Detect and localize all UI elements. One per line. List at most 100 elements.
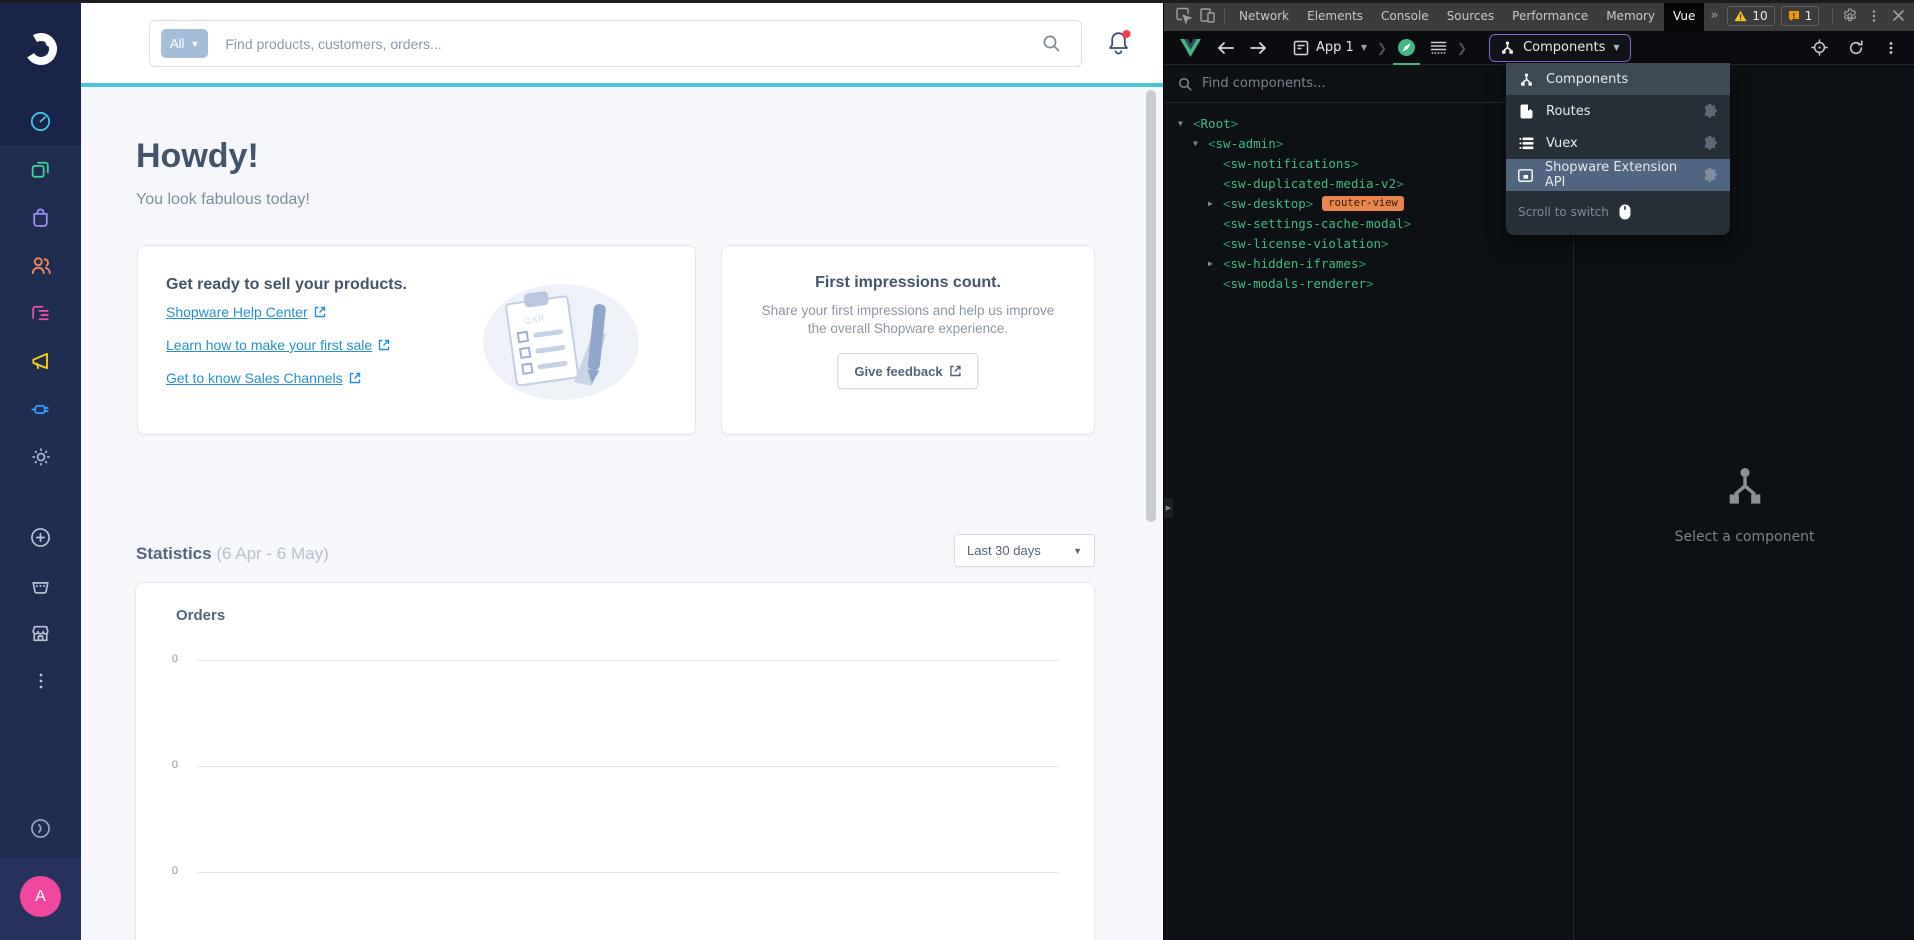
- tree-node-sw-modals-renderer[interactable]: sw-modals-renderer: [1164, 273, 1573, 293]
- tab-vue[interactable]: Vue: [1664, 0, 1704, 31]
- plus-circle-icon: [29, 526, 52, 549]
- breadcrumb-chevron: ❯: [1377, 41, 1387, 55]
- tab-elements[interactable]: Elements: [1298, 0, 1372, 31]
- settings-gear-icon[interactable]: [1838, 4, 1862, 28]
- routes-icon: [1518, 104, 1535, 119]
- date-range-select[interactable]: Last 30 days ▼: [954, 534, 1095, 567]
- sidebar-item-add[interactable]: [0, 513, 81, 561]
- issue-icon: [1788, 10, 1800, 22]
- sidebar-item-more[interactable]: [0, 657, 81, 705]
- select-component-target-icon[interactable]: [1811, 39, 1828, 56]
- caret-icon[interactable]: ▼: [1193, 139, 1208, 148]
- card-feedback-title: First impressions count.: [722, 274, 1094, 292]
- warnings-badge[interactable]: 10: [1727, 6, 1774, 26]
- dashboard-icon: [29, 110, 52, 133]
- sidebar-item-basket[interactable]: [0, 561, 81, 609]
- menu-item-shopware-extension-api[interactable]: Shopware Extension API: [1506, 159, 1730, 191]
- link-help-center[interactable]: Shopware Help Center: [166, 304, 326, 320]
- link-sales-channels[interactable]: Get to know Sales Channels: [166, 370, 361, 386]
- issues-badge[interactable]: 1: [1781, 6, 1820, 26]
- sidebar-item-extensions[interactable]: [0, 385, 81, 433]
- inspector-picker-button[interactable]: Components ▼: [1489, 34, 1630, 62]
- inspector-picker-menu: Components Routes Vuex: [1506, 63, 1730, 235]
- inspector-icon: [1397, 38, 1416, 57]
- scroll-to-switch-hint: Scroll to switch: [1506, 191, 1730, 235]
- tab-sources[interactable]: Sources: [1438, 0, 1503, 31]
- kebab-menu-icon[interactable]: [1884, 41, 1898, 55]
- warning-icon: [1734, 10, 1747, 22]
- tab-performance[interactable]: Performance: [1503, 0, 1597, 31]
- sidebar-item-dashboard[interactable]: [0, 97, 81, 145]
- bell-icon: [1105, 28, 1132, 57]
- global-search[interactable]: All ▼ Find products, customers, orders..…: [149, 20, 1082, 67]
- app-selector[interactable]: App 1 ▼: [1293, 40, 1367, 56]
- empty-state-text: Select a component: [1575, 529, 1914, 545]
- notifications-bell[interactable]: [1105, 28, 1132, 62]
- kebab-menu-icon: [30, 670, 52, 692]
- admin-main: All ▼ Find products, customers, orders..…: [81, 3, 1163, 940]
- caret-icon[interactable]: ▶: [1208, 259, 1223, 268]
- chart-gridline: 0: [136, 865, 1094, 879]
- frame-icon: [1293, 40, 1309, 56]
- sidebar-item-customers[interactable]: [0, 241, 81, 289]
- history-back-icon[interactable]: [1217, 41, 1234, 55]
- settings-gear-icon: [29, 445, 53, 469]
- sidebar-nav-main: [0, 97, 81, 481]
- give-feedback-button[interactable]: Give feedback: [837, 353, 978, 389]
- customers-icon: [29, 253, 53, 277]
- tree-node-sw-hidden-iframes[interactable]: ▶ sw-hidden-iframes: [1164, 253, 1573, 273]
- sidebar-item-orders[interactable]: [0, 193, 81, 241]
- devtools-panel: Network Elements Console Sources Perform…: [1163, 0, 1914, 940]
- sidebar-item-marketing[interactable]: [0, 337, 81, 385]
- timeline-icon[interactable]: [1430, 40, 1447, 55]
- caret-icon[interactable]: ▶: [1208, 199, 1223, 208]
- shopware-logo[interactable]: [0, 0, 81, 97]
- app-selector-label: App 1: [1316, 40, 1354, 55]
- sidebar-item-content[interactable]: [0, 289, 81, 337]
- more-tabs-chevron[interactable]: »: [1704, 8, 1724, 23]
- tab-network[interactable]: Network: [1230, 0, 1298, 31]
- search-input[interactable]: Find products, customers, orders...: [225, 36, 441, 52]
- search-icon: [1178, 77, 1192, 91]
- dashboard-content: Howdy! You look fabulous today! Get read…: [81, 87, 1163, 940]
- menu-item-vuex[interactable]: Vuex: [1506, 127, 1730, 159]
- refresh-icon[interactable]: [1848, 40, 1864, 56]
- sidebar-item-settings[interactable]: [0, 433, 81, 481]
- search-scope-select[interactable]: All ▼: [161, 29, 208, 58]
- page-title: Howdy!: [136, 137, 259, 176]
- sidebar-item-storefront[interactable]: [0, 609, 81, 657]
- avatar[interactable]: A: [20, 876, 61, 917]
- sidebar-item-catalogues[interactable]: [0, 145, 81, 193]
- statistics-heading: Statistics (6 Apr - 6 May): [136, 544, 329, 564]
- link-first-sale[interactable]: Learn how to make your first sale: [166, 337, 390, 353]
- tab-console[interactable]: Console: [1372, 0, 1438, 31]
- scrollbar-thumb[interactable]: [1146, 90, 1156, 522]
- admin-header: All ▼ Find products, customers, orders..…: [81, 3, 1163, 87]
- caret-icon[interactable]: ▼: [1178, 119, 1193, 128]
- plugin-puzzle-icon: [1702, 167, 1718, 183]
- close-icon[interactable]: [1886, 4, 1910, 28]
- history-forward-icon[interactable]: [1250, 41, 1267, 55]
- menu-item-routes[interactable]: Routes: [1506, 95, 1730, 127]
- inspector-tab[interactable]: [1397, 31, 1416, 65]
- pane-collapse-handle[interactable]: ▶: [1164, 498, 1173, 518]
- help-icon: [29, 817, 52, 840]
- device-toolbar-icon[interactable]: [1195, 4, 1219, 28]
- kebab-menu-icon[interactable]: [1862, 4, 1886, 28]
- sidebar-item-help[interactable]: [0, 804, 81, 852]
- sidebar-user-section: A: [0, 858, 81, 940]
- devtools-controls: [1827, 4, 1914, 28]
- search-scope-label: All: [170, 36, 184, 51]
- tab-memory[interactable]: Memory: [1597, 0, 1664, 31]
- chevron-down-icon: ▼: [1613, 43, 1619, 52]
- tree-node-sw-license-violation[interactable]: sw-license-violation: [1164, 233, 1573, 253]
- orders-chart-title: Orders: [176, 607, 1094, 624]
- find-components-placeholder: Find components...: [1202, 76, 1325, 91]
- vue-devtools-toolbar: App 1 ▼ ❯ ❯ Components ▼: [1164, 31, 1914, 65]
- content-icon: [29, 302, 52, 325]
- orders-chart-card: Orders 0 0 0: [135, 582, 1095, 940]
- menu-item-components[interactable]: Components: [1506, 63, 1730, 95]
- inspect-element-icon[interactable]: [1171, 4, 1195, 28]
- vue-toolbar-right: [1811, 39, 1898, 56]
- orders-icon: [29, 206, 52, 229]
